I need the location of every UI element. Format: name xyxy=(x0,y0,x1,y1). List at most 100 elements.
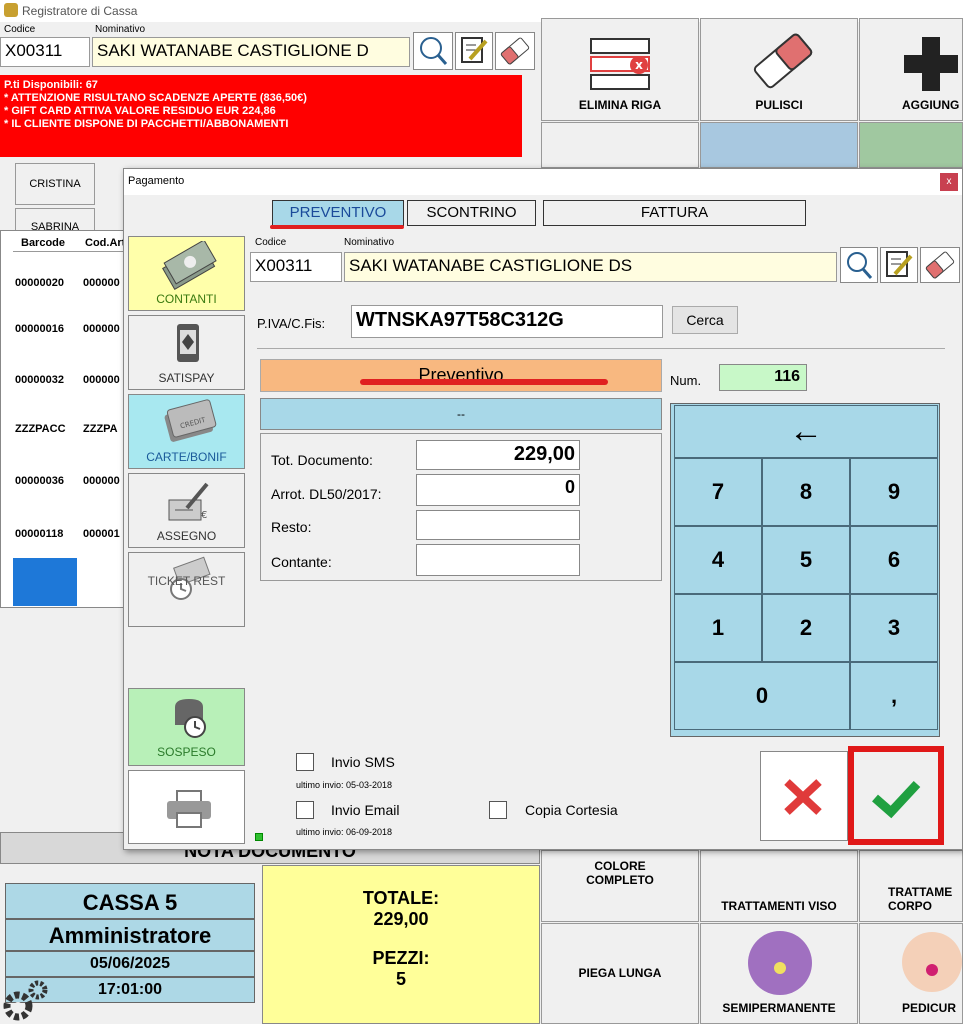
pedicure-button[interactable]: PEDICUR xyxy=(859,923,963,1024)
nominativo-field[interactable]: SAKI WATANABE CASTIGLIONE D xyxy=(92,37,410,67)
copia-cortesia-checkbox[interactable] xyxy=(489,801,507,819)
search-client-button[interactable] xyxy=(413,32,453,70)
cassa-date: 05/06/2025 xyxy=(5,951,255,977)
numpad-backspace[interactable]: ← xyxy=(674,405,938,458)
colore-completo-button[interactable]: COLORE COMPLETO xyxy=(541,850,699,922)
numpad-0[interactable]: 0 xyxy=(674,662,850,730)
sms-label: Invio SMS xyxy=(331,754,395,770)
pay-assegno-label: ASSEGNO xyxy=(156,529,217,543)
alert-line: * GIFT CARD ATTIVA VALORE RESIDUO EUR 22… xyxy=(4,105,276,117)
print-button[interactable] xyxy=(128,770,245,844)
numpad-4[interactable]: 4 xyxy=(674,526,762,594)
note-tile[interactable] xyxy=(541,122,699,168)
selected-cell[interactable] xyxy=(13,558,77,606)
arrot-field[interactable]: 0 xyxy=(416,474,580,506)
pulisci-button[interactable]: PULISCI xyxy=(700,18,858,121)
dialog-close-button[interactable]: x xyxy=(940,173,958,191)
numpad-8[interactable]: 8 xyxy=(762,458,850,526)
clear-client-button[interactable] xyxy=(495,32,535,70)
pay-contanti-button[interactable]: CONTANTI xyxy=(128,236,245,311)
trattamenti-corpo-label: TRATTAME CORPO xyxy=(888,885,953,913)
tot-doc-field[interactable]: 229,00 xyxy=(416,440,580,470)
separator xyxy=(257,348,945,349)
pay-sospeso-button[interactable]: SOSPESO xyxy=(128,688,245,766)
table-row[interactable]: 00000032 xyxy=(15,374,64,386)
codice-field[interactable]: X00311 xyxy=(0,37,90,67)
table-row[interactable]: 00000118 xyxy=(15,528,63,540)
table-row[interactable]: 00000036 xyxy=(15,475,64,487)
email-last-sent: ultimo invio: 06-09-2018 xyxy=(296,827,393,837)
semipermanente-button[interactable]: SEMIPERMANENTE xyxy=(700,923,858,1024)
table-row[interactable]: 00000020 xyxy=(15,277,64,289)
pay-assegno-button[interactable]: € ASSEGNO xyxy=(128,473,245,548)
cancel-button[interactable] xyxy=(760,751,848,841)
num-field[interactable]: 116 xyxy=(719,364,807,391)
table-cell: 000001 xyxy=(83,528,120,540)
settings-gear-icon[interactable] xyxy=(2,978,50,1022)
window-title: Registratore di Cassa xyxy=(22,4,138,18)
trattamenti-corpo-button[interactable]: TRATTAME CORPO xyxy=(859,850,963,922)
cassa-name: CASSA 5 xyxy=(5,883,255,919)
resto-field[interactable] xyxy=(416,510,580,540)
numpad-comma[interactable]: , xyxy=(850,662,938,730)
table-row[interactable]: ZZZPACC xyxy=(15,423,66,435)
table-row[interactable]: 00000016 xyxy=(15,323,64,335)
dlg-clear-button[interactable] xyxy=(920,247,960,283)
numpad-3[interactable]: 3 xyxy=(850,594,938,662)
email-label: Invio Email xyxy=(331,802,400,818)
totale-label: TOTALE: xyxy=(362,888,440,908)
email-checkbox[interactable] xyxy=(296,801,314,819)
dlg-edit-button[interactable] xyxy=(880,247,918,283)
elimina-riga-button[interactable]: x ELIMINA RIGA xyxy=(541,18,699,121)
codice-label: Codice xyxy=(4,24,36,35)
pay-carte-button[interactable]: CREDIT CARTE/BONIF xyxy=(128,394,245,469)
contante-label: Contante: xyxy=(271,554,332,570)
piega-lunga-button[interactable]: PIEGA LUNGA xyxy=(541,923,699,1024)
edit-icon xyxy=(461,37,488,63)
svg-text:€: € xyxy=(201,510,207,521)
numpad-1[interactable]: 1 xyxy=(674,594,762,662)
numpad-5[interactable]: 5 xyxy=(762,526,850,594)
piva-field[interactable]: WTNSKA97T58C312G xyxy=(351,305,663,338)
dlg-codice-label: Codice xyxy=(255,237,287,248)
pay-carte-label: CARTE/BONIF xyxy=(146,450,227,464)
numpad-7[interactable]: 7 xyxy=(674,458,762,526)
cerca-servizi-button[interactable] xyxy=(700,122,858,168)
totale-value: 229,00 xyxy=(373,909,429,929)
dlg-codice-field[interactable]: X00311 xyxy=(250,252,342,282)
pay-ticket-button[interactable]: TICKET REST xyxy=(128,552,245,627)
operator-cristina[interactable]: CRISTINA xyxy=(15,163,95,205)
sub-bar: -- xyxy=(260,398,662,430)
alert-line: P.ti Disponibili: 67 xyxy=(4,79,98,91)
pezzi-label: PEZZI: xyxy=(372,948,430,968)
tab-scontrino[interactable]: SCONTRINO xyxy=(407,200,536,226)
edit-client-button[interactable] xyxy=(455,32,493,70)
tab-preventivo[interactable]: PREVENTIVO xyxy=(272,200,404,226)
tab-fattura[interactable]: FATTURA xyxy=(543,200,806,226)
contante-field[interactable] xyxy=(416,544,580,576)
doc-type-underline xyxy=(360,379,608,385)
trattamenti-viso-label: TRATTAMENTI VISO xyxy=(721,899,837,913)
numpad-6[interactable]: 6 xyxy=(850,526,938,594)
trattamenti-viso-button[interactable]: TRATTAMENTI VISO xyxy=(700,850,858,922)
dlg-nominativo-label: Nominativo xyxy=(344,237,395,248)
close-icon xyxy=(784,779,822,815)
pay-ticket-label: TICKET REST xyxy=(147,574,226,588)
svg-text:x: x xyxy=(635,58,643,72)
numpad-9[interactable]: 9 xyxy=(850,458,938,526)
cerca-piva-button[interactable]: Cerca xyxy=(672,306,738,334)
pay-contanti-label: CONTANTI xyxy=(156,292,217,306)
pay-satispay-button[interactable]: SATISPAY xyxy=(128,315,245,390)
sms-checkbox[interactable] xyxy=(296,753,314,771)
dlg-search-button[interactable] xyxy=(840,247,878,283)
eraser-icon xyxy=(753,33,813,89)
aggiungi-button[interactable]: AGGIUNG xyxy=(859,18,963,121)
aggiungi-label: AGGIUNG xyxy=(902,98,960,112)
service-tile[interactable] xyxy=(859,122,963,168)
piega-lunga-label: PIEGA LUNGA xyxy=(578,966,662,980)
table-cell: 000000 xyxy=(83,475,120,487)
dlg-nominativo-field[interactable]: SAKI WATANABE CASTIGLIONE DS xyxy=(344,252,837,282)
nominativo-label: Nominativo xyxy=(95,24,146,35)
numpad-2[interactable]: 2 xyxy=(762,594,850,662)
table-cell: ZZZPA xyxy=(83,423,118,435)
